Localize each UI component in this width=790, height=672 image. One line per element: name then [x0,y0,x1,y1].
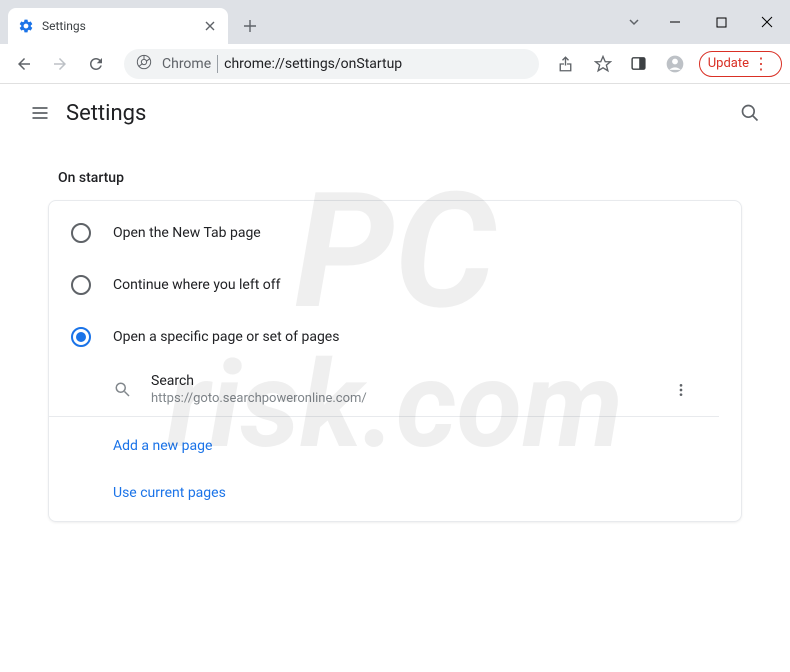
menu-dots-icon: ⋮ [753,56,769,72]
maximize-button[interactable] [698,0,744,44]
magnifier-icon [113,380,133,400]
search-button[interactable] [730,93,770,133]
profile-icon[interactable] [659,48,691,80]
add-page-link[interactable]: Add a new page [113,438,212,454]
page-menu-button[interactable] [665,374,697,406]
side-panel-icon[interactable] [623,48,655,80]
tab-title: Settings [42,19,202,33]
radio-icon [71,275,91,295]
section-title: On startup [58,170,742,186]
page-entry-url: https://goto.searchpoweronline.com/ [151,391,665,406]
url-divider [217,55,218,73]
new-tab-button[interactable] [236,12,264,40]
gear-icon [18,18,34,34]
use-current-link[interactable]: Use current pages [113,485,226,501]
forward-button[interactable] [44,48,76,80]
settings-content: On startup Open the New Tab page Continu… [0,142,790,532]
url-path: chrome://settings/onStartup [224,56,402,72]
add-page-row: Add a new page [49,421,741,468]
page-entry-title: Search [151,373,665,389]
radio-option-continue[interactable]: Continue where you left off [49,259,741,311]
startup-page-row: Search https://goto.searchpoweronline.co… [49,363,719,417]
close-window-button[interactable] [744,0,790,44]
minimize-button[interactable] [652,0,698,44]
radio-label: Continue where you left off [113,277,281,293]
url-prefix: Chrome [162,56,211,72]
bookmark-icon[interactable] [587,48,619,80]
radio-option-new-tab[interactable]: Open the New Tab page [49,207,741,259]
back-button[interactable] [8,48,40,80]
radio-icon [71,223,91,243]
use-current-row: Use current pages [49,468,741,515]
page-info: Search https://goto.searchpoweronline.co… [151,373,665,406]
radio-label: Open the New Tab page [113,225,261,241]
window-controls [616,0,790,44]
chevron-down-icon[interactable] [616,0,652,44]
chrome-icon [136,54,152,74]
browser-tab[interactable]: Settings [8,8,228,44]
share-icon[interactable] [551,48,583,80]
update-button[interactable]: Update ⋮ [699,51,782,77]
update-label: Update [708,56,749,71]
radio-option-specific-pages[interactable]: Open a specific page or set of pages [49,311,741,363]
window-titlebar: Settings [0,0,790,44]
page-title: Settings [66,101,146,126]
radio-icon [71,327,91,347]
settings-header: Settings [0,84,790,142]
address-bar[interactable]: Chrome chrome://settings/onStartup [124,49,539,79]
reload-button[interactable] [80,48,112,80]
browser-toolbar: Chrome chrome://settings/onStartup Updat… [0,44,790,84]
radio-label: Open a specific page or set of pages [113,329,339,345]
close-tab-icon[interactable] [202,18,218,34]
startup-card: Open the New Tab page Continue where you… [48,200,742,522]
menu-button[interactable] [20,93,60,133]
